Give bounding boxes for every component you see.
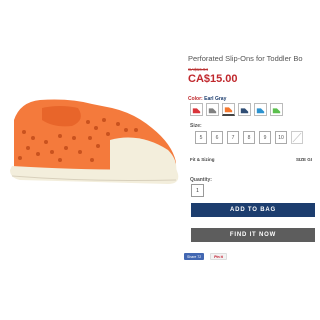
- swatch-navy[interactable]: [238, 103, 251, 116]
- size-options: 5 6 7 8 9 10: [195, 131, 303, 144]
- swatch-blue[interactable]: [254, 103, 267, 116]
- pinterest-label: Pin it: [214, 254, 223, 259]
- color-swatches: [190, 103, 283, 116]
- swatch-green[interactable]: [270, 103, 283, 116]
- product-details: Perforated Slip-Ons for Toddler Bo CA$16…: [188, 52, 320, 320]
- social-share: Share 72 Pin it: [184, 253, 227, 260]
- color-value: Earl Gray: [204, 96, 227, 102]
- find-it-now-button[interactable]: FIND IT NOW: [191, 228, 315, 242]
- size-label: Size:: [190, 123, 202, 129]
- size-option[interactable]: 9: [259, 131, 271, 144]
- quantity-label: Quantity:: [190, 177, 212, 183]
- size-guide-link[interactable]: SIZE GI: [296, 157, 312, 162]
- product-title: Perforated Slip-Ons for Toddler Bo: [188, 54, 303, 63]
- facebook-share-label: Share 72: [187, 254, 202, 259]
- size-option[interactable]: 5: [195, 131, 207, 144]
- pinterest-button[interactable]: Pin it: [210, 253, 227, 260]
- product-image: [0, 80, 185, 200]
- original-price: CA$16.94: [188, 67, 209, 72]
- swatch-gray[interactable]: [206, 103, 219, 116]
- size-option[interactable]: 6: [211, 131, 223, 144]
- quantity-input[interactable]: 1: [191, 184, 204, 197]
- fit-sizing-label: Fit & Sizing: [190, 157, 215, 162]
- size-option[interactable]: 10: [275, 131, 287, 144]
- fit-sizing-row: Fit & Sizing SIZE GI: [190, 157, 320, 162]
- facebook-share-button[interactable]: Share 72: [184, 253, 205, 260]
- size-option[interactable]: 8: [243, 131, 255, 144]
- swatch-red[interactable]: [190, 103, 203, 116]
- sale-price: CA$15.00: [188, 73, 238, 85]
- size-option-unavailable: [291, 131, 303, 144]
- add-to-bag-button[interactable]: ADD TO BAG: [191, 203, 315, 217]
- size-option[interactable]: 7: [227, 131, 239, 144]
- color-label: Color:: [188, 96, 203, 102]
- swatch-orange[interactable]: [222, 103, 235, 116]
- color-selection: Color: Earl Gray: [188, 96, 226, 102]
